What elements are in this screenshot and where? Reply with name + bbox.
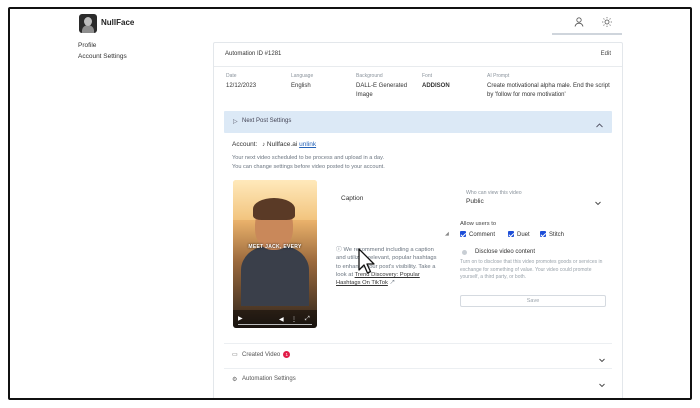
sidebar-item-profile[interactable]: Profile	[78, 42, 96, 49]
count-badge: 1	[283, 351, 291, 358]
video-list-icon: ▭	[232, 352, 238, 358]
created-video-section[interactable]: ▭ Created Video 1	[224, 343, 612, 365]
edit-button[interactable]: Edit	[601, 51, 611, 57]
meta-key: Font	[422, 73, 433, 79]
privacy-label: Who can view this video	[466, 190, 522, 196]
save-button[interactable]: Save	[460, 295, 606, 307]
chevron-up-icon[interactable]	[595, 117, 604, 128]
meta-date: Date 12/12/2023	[226, 73, 284, 91]
mouse-cursor-icon	[358, 248, 375, 274]
meta-value: ADDISON	[422, 83, 450, 89]
created-video-label: Created Video	[242, 352, 281, 358]
topbar-divider	[552, 33, 622, 35]
app-window: NullFace Profile Account Settings Automa…	[8, 7, 692, 400]
app-logo[interactable]	[79, 14, 97, 33]
schedule-info: Your next video scheduled to be process …	[232, 155, 385, 161]
meta-font: Font ADDISON	[422, 73, 480, 91]
video-figure-hair	[253, 198, 295, 220]
schedule-info: You can change settings before video pos…	[232, 164, 385, 170]
video-figure-body	[241, 246, 309, 306]
meta-key: Background	[356, 73, 383, 79]
meta-background: Background DALL-E Generated Image	[356, 73, 416, 100]
app-name: NullFace	[101, 18, 135, 27]
account-line: Account: ♪ Nullface.ai unlink	[232, 141, 316, 148]
play-icon[interactable]: ▶	[238, 315, 243, 322]
checkbox-checked-icon[interactable]	[460, 231, 466, 237]
panel-header: Automation ID #1281 Edit	[214, 43, 622, 67]
duet-checkbox[interactable]: Duet	[508, 231, 530, 238]
gear-icon: ⚙	[232, 377, 238, 383]
next-post-settings-header[interactable]: ▷ Next Post Settings	[224, 111, 612, 133]
meta-language: Language English	[291, 73, 349, 91]
page-title: Automation ID #1281	[225, 51, 282, 57]
unlink-link[interactable]: unlink	[299, 141, 316, 148]
info-icon: ⓘ	[336, 247, 342, 253]
chevron-down-icon[interactable]	[594, 194, 602, 206]
meta-key: Language	[291, 73, 314, 79]
meta-key: AI Prompt	[487, 73, 510, 79]
more-icon[interactable]: ⋮	[291, 316, 297, 323]
resize-handle-icon[interactable]: ◢	[445, 231, 449, 237]
meta-value: Create motivational alpha male. End the …	[487, 83, 610, 98]
automation-settings-section[interactable]: ⚙ Automation Settings	[224, 368, 612, 390]
checkbox-checked-icon[interactable]	[540, 231, 546, 237]
meta-value: English	[291, 83, 311, 89]
comment-checkbox[interactable]: Comment	[460, 231, 495, 238]
theme-toggle-icon[interactable]	[600, 15, 614, 29]
checkbox-label: Duet	[517, 232, 530, 238]
checkbox-checked-icon[interactable]	[508, 231, 514, 237]
automation-panel: Automation ID #1281 Edit Date 12/12/2023…	[213, 42, 623, 398]
chevron-down-icon[interactable]	[598, 351, 606, 363]
top-bar: NullFace	[10, 9, 690, 39]
privacy-select[interactable]: Public	[466, 198, 484, 205]
account-name: Nullface.ai	[266, 141, 298, 148]
section-label: Next Post Settings	[242, 118, 292, 124]
caption-label: Caption	[341, 195, 364, 202]
external-link-icon: ↗	[387, 280, 396, 287]
user-icon[interactable]	[572, 15, 586, 29]
section-label: Created Video 1	[242, 351, 291, 358]
section-label: Automation Settings	[242, 376, 296, 382]
caption-recommendation: ⓘ We recommend including a caption and u…	[336, 246, 438, 287]
sidebar-item-account-settings[interactable]: Account Settings	[78, 53, 127, 60]
fullscreen-icon[interactable]: ⤢	[305, 316, 310, 323]
video-progress[interactable]	[238, 324, 312, 325]
meta-ai-prompt: AI Prompt Create motivational alpha male…	[487, 73, 615, 100]
disclose-toggle[interactable]	[462, 250, 467, 255]
volume-icon[interactable]: ◀	[279, 316, 284, 323]
meta-value: 12/12/2023	[226, 83, 257, 89]
allow-users-label: Allow users to	[460, 221, 497, 227]
disclose-description: Turn on to disclose that this video prom…	[460, 259, 603, 280]
disclose-title: Disclose video content	[475, 249, 536, 255]
chevron-down-icon[interactable]	[598, 376, 606, 388]
tiktok-icon: ♪	[262, 142, 266, 148]
stitch-checkbox[interactable]: Stitch	[540, 231, 564, 238]
checkbox-label: Stitch	[549, 232, 565, 238]
meta-value: DALL-E Generated Image	[356, 83, 408, 98]
meta-key: Date	[226, 73, 237, 79]
video-overlay-text: MEET JACK, EVERY	[248, 244, 302, 250]
play-icon: ▷	[233, 119, 238, 125]
video-preview[interactable]: MEET JACK, EVERY ▶ ◀ ⋮ ⤢	[233, 180, 317, 328]
checkbox-label: Comment	[469, 232, 496, 238]
account-label: Account:	[232, 141, 258, 148]
